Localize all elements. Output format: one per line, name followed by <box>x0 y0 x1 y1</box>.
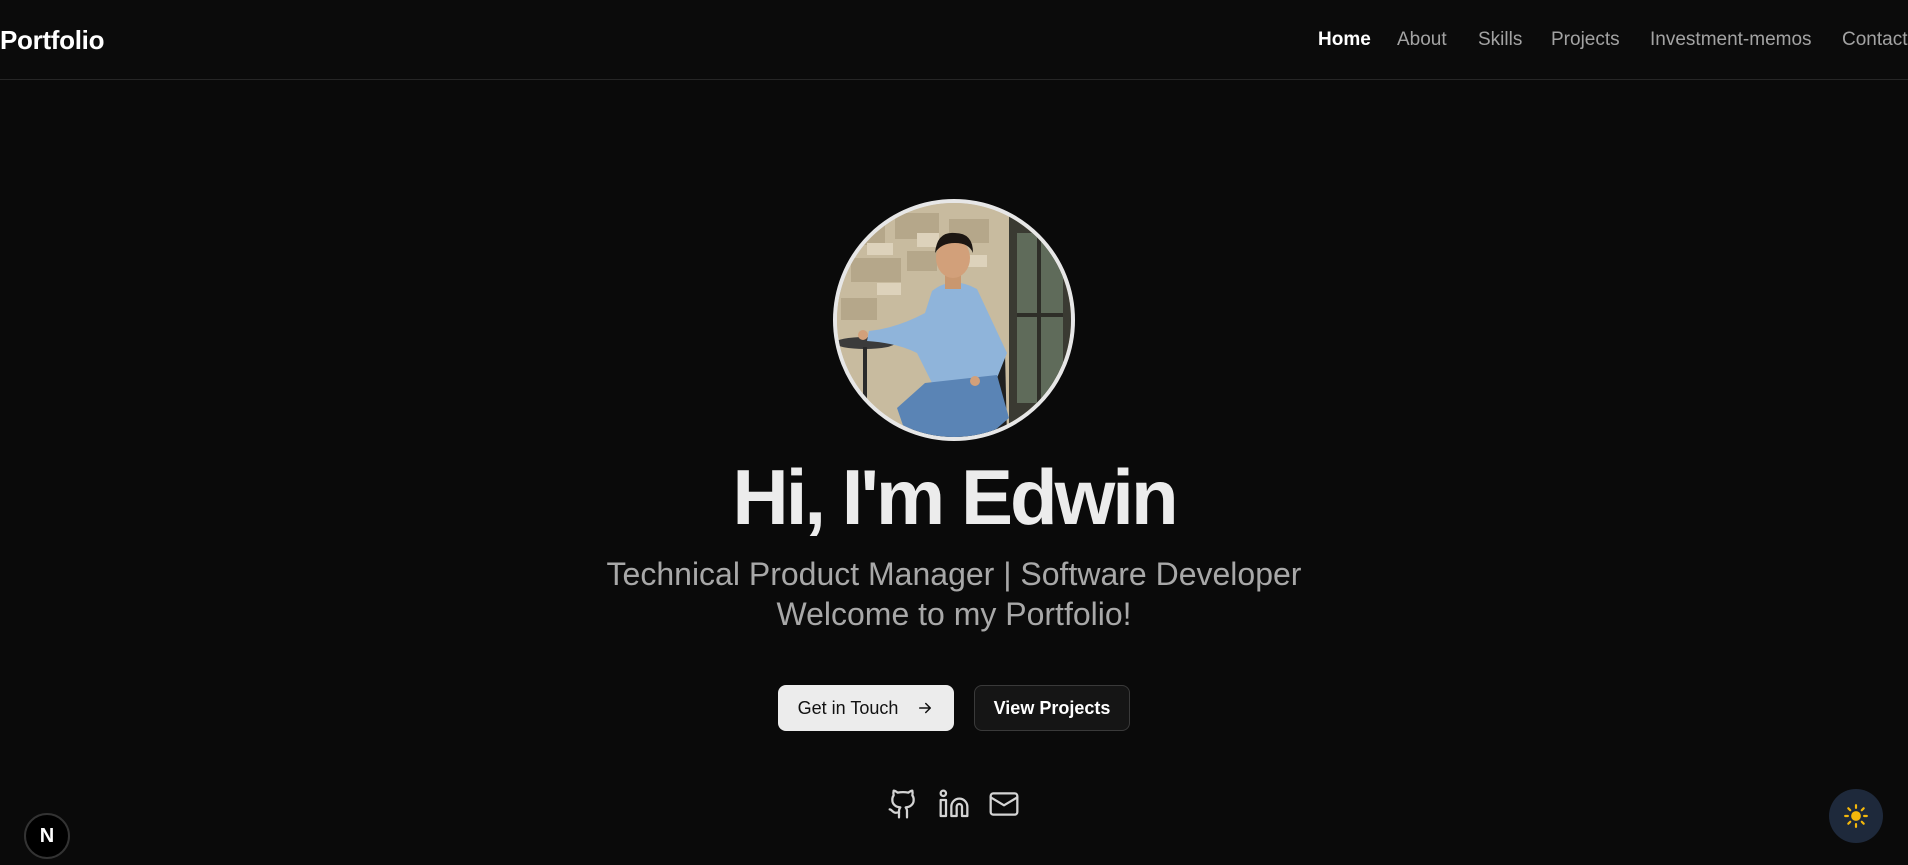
github-icon[interactable] <box>887 788 919 820</box>
arrow-right-icon <box>919 702 932 714</box>
main-nav: Home About Skills Projects Investment-me… <box>0 29 1908 53</box>
view-projects-button[interactable]: View Projects <box>974 685 1130 731</box>
get-in-touch-label: Get in Touch <box>797 697 899 718</box>
nav-contact[interactable]: Contact <box>1842 29 1907 51</box>
hero-subtitle: Technical Product Manager | Software Dev… <box>606 556 1302 592</box>
profile-photo-illustration <box>837 203 1071 437</box>
nav-skills[interactable]: Skills <box>1478 29 1522 51</box>
profile-photo <box>833 199 1075 441</box>
get-in-touch-button[interactable]: Get in Touch <box>778 685 954 731</box>
nav-projects[interactable]: Projects <box>1551 29 1620 51</box>
linkedin-icon[interactable] <box>938 788 970 820</box>
sun-icon <box>1844 804 1868 828</box>
hero-welcome: Welcome to my Portfolio! <box>776 596 1132 632</box>
nav-investment-memos[interactable]: Investment-memos <box>1650 29 1812 51</box>
nextjs-badge[interactable]: N <box>24 813 70 859</box>
site-header: Portfolio Home About Skills Projects Inv… <box>0 0 1908 80</box>
nav-home[interactable]: Home <box>1318 29 1371 51</box>
mail-icon[interactable] <box>988 788 1020 820</box>
hero-title: Hi, I'm Edwin <box>732 453 1178 541</box>
nav-about[interactable]: About <box>1397 29 1447 51</box>
theme-toggle-button[interactable] <box>1829 789 1883 843</box>
